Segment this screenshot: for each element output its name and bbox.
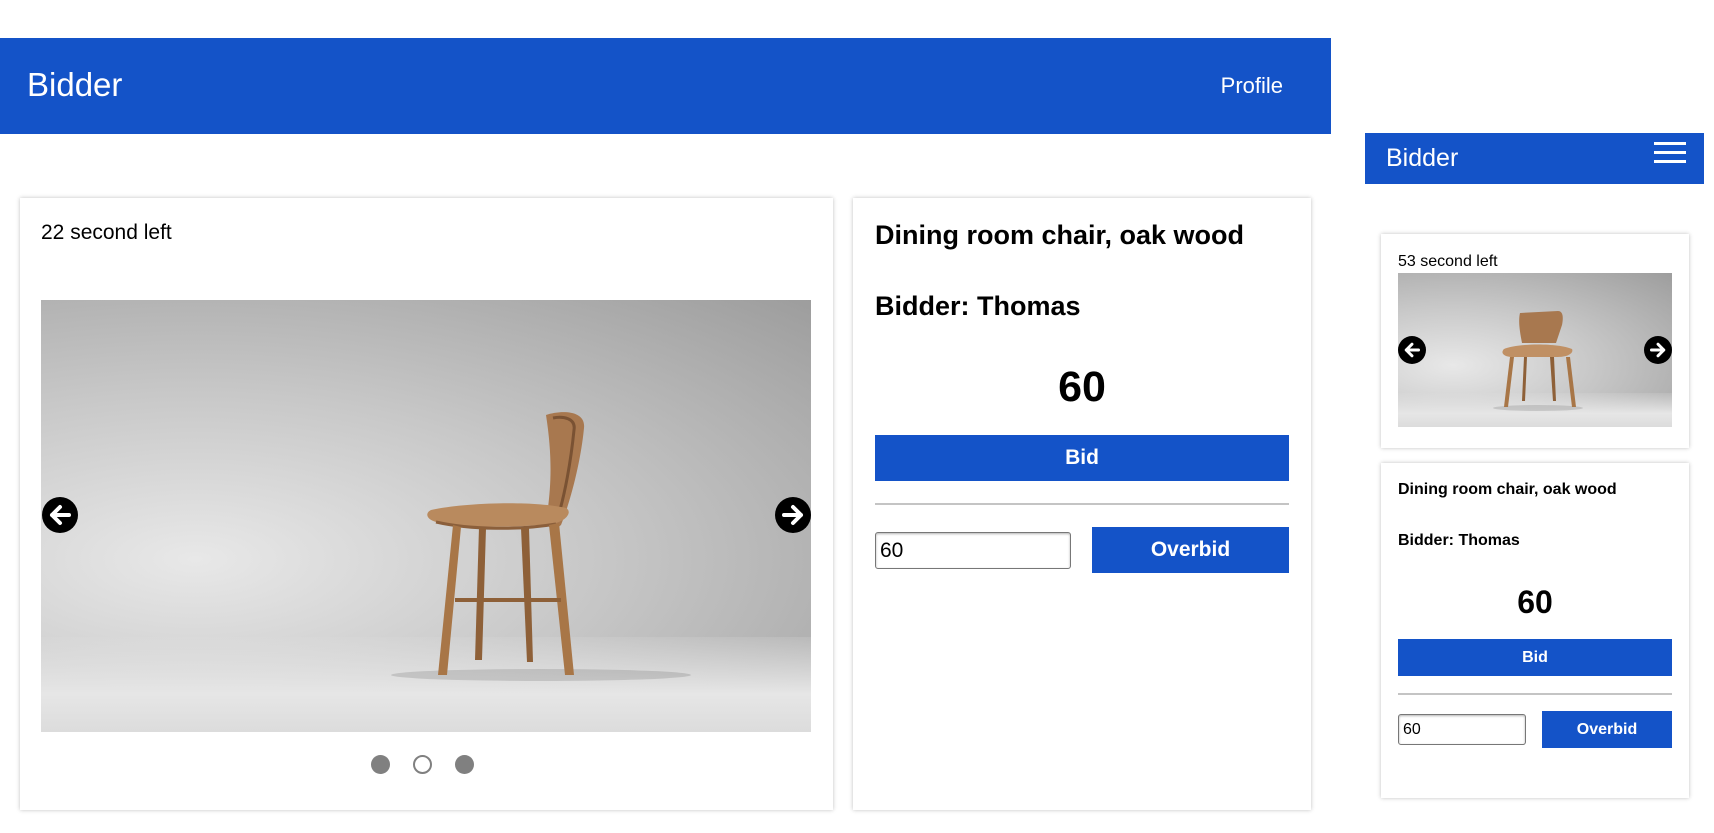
mobile-chair-illustration <box>1493 311 1583 411</box>
chair-illustration <box>391 412 691 681</box>
item-title: Dining room chair, oak wood <box>875 220 1245 250</box>
profile-link[interactable]: Profile <box>1221 73 1283 99</box>
mobile-item-title: Dining room chair, oak wood <box>1398 481 1617 498</box>
mobile-current-bid-value: 60 <box>1517 584 1553 620</box>
divider <box>875 503 1289 505</box>
mobile-brand-title[interactable]: Bidder <box>1386 144 1458 173</box>
bid-button[interactable]: Bid <box>875 435 1289 481</box>
next-arrow-button[interactable] <box>775 497 811 533</box>
mobile-bid-button[interactable]: Bid <box>1398 639 1672 676</box>
mobile-divider <box>1398 693 1672 695</box>
mobile-prev-arrow-button[interactable] <box>1398 336 1426 364</box>
mobile-chair-photo <box>1398 273 1672 427</box>
carousel-dot-2-active[interactable] <box>413 755 432 774</box>
mobile-countdown-timer: 53 second left <box>1398 253 1498 270</box>
carousel-dot-3[interactable] <box>455 755 474 774</box>
mobile-details-card: Dining room chair, oak wood Bidder: Thom… <box>1381 463 1689 798</box>
carousel-indicators <box>371 755 474 774</box>
arrow-left-icon <box>1404 342 1420 358</box>
chair-photo <box>41 300 811 732</box>
auction-gallery-card: 22 second left <box>20 198 833 810</box>
arrow-right-icon <box>1650 342 1666 358</box>
arrow-left-icon <box>50 505 71 525</box>
prev-arrow-button[interactable] <box>42 497 78 533</box>
bidder-name: Bidder: Thomas <box>875 291 1081 321</box>
auction-details-card: Dining room chair, oak wood Bidder: Thom… <box>853 198 1311 810</box>
mobile-navbar: Bidder <box>1365 133 1704 184</box>
arrow-right-icon <box>782 505 803 525</box>
mobile-overbid-button[interactable]: Overbid <box>1542 711 1672 748</box>
mobile-overbid-amount-input[interactable] <box>1398 714 1526 745</box>
overbid-amount-input[interactable] <box>875 532 1071 569</box>
overbid-button[interactable]: Overbid <box>1092 527 1289 573</box>
carousel-dot-1[interactable] <box>371 755 390 774</box>
countdown-timer: 22 second left <box>41 221 172 244</box>
hamburger-icon[interactable] <box>1654 140 1688 168</box>
desktop-navbar: Bidder Profile <box>0 38 1331 134</box>
mobile-gallery-card: 53 second left <box>1381 234 1689 448</box>
brand-title[interactable]: Bidder <box>27 66 122 104</box>
mobile-next-arrow-button[interactable] <box>1644 336 1672 364</box>
current-bid-value: 60 <box>1058 363 1106 411</box>
mobile-bidder-name: Bidder: Thomas <box>1398 532 1520 549</box>
